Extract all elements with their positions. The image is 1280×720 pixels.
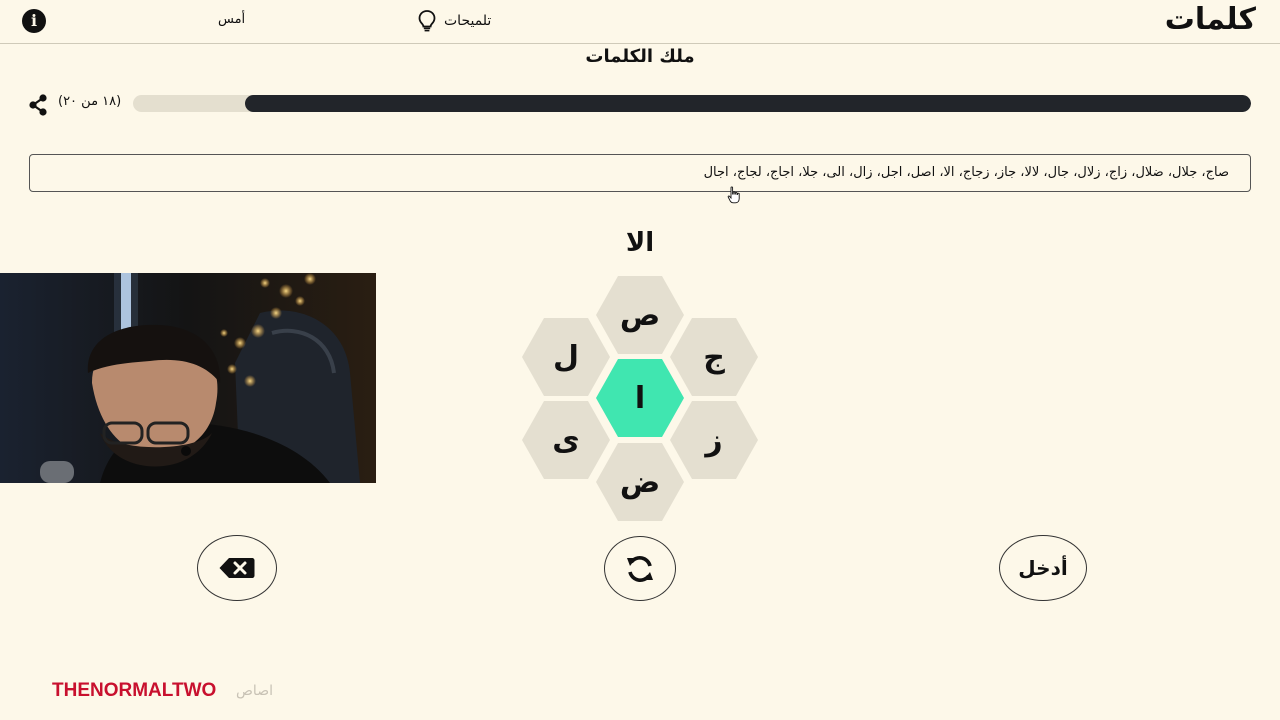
- progress-bar: [133, 95, 1251, 112]
- hex-letter-text: ى: [552, 422, 580, 458]
- hints-button[interactable]: تلميحات: [418, 10, 491, 32]
- hex-letter-text: ز: [705, 422, 723, 458]
- current-word: الا: [625, 228, 655, 258]
- backspace-icon: [219, 558, 255, 578]
- hex-letter-text: ا: [634, 380, 646, 416]
- lightbulb-icon: [418, 10, 436, 32]
- hex-letter-text: ض: [619, 464, 661, 500]
- enter-button[interactable]: أدخل: [999, 535, 1087, 601]
- found-words-list: صاج، جلال، ضلال، زاج، زلال، جال، لالا، ج…: [703, 165, 1229, 180]
- hex-letter-bottom[interactable]: ض: [596, 443, 684, 521]
- stream-watermark: THENORMALTWO: [52, 680, 217, 701]
- hand-cursor-icon: [727, 186, 740, 204]
- shuffle-button[interactable]: [604, 536, 676, 601]
- hex-letter-text: ل: [552, 339, 580, 375]
- share-icon[interactable]: [28, 94, 48, 116]
- found-words-box[interactable]: صاج، جلال، ضلال، زاج، زلال، جال، لالا، ج…: [29, 154, 1251, 192]
- webcam-overlay: [0, 273, 376, 483]
- top-bar: كلمات تلميحات أمس i: [0, 0, 1280, 44]
- rank-title: ملك الكلمات: [585, 46, 695, 67]
- hex-letter-text: ج: [703, 339, 725, 375]
- progress-fill: [244, 95, 1251, 112]
- progress-count: (١٨ من ٢٠): [58, 94, 122, 109]
- refresh-icon: [627, 555, 653, 582]
- app-logo: كلمات: [1164, 2, 1256, 37]
- info-icon[interactable]: i: [22, 9, 46, 33]
- hints-label: تلميحات: [444, 13, 492, 29]
- stream-watermark-arabic: اصاص: [236, 683, 273, 699]
- hex-letter-text: ص: [619, 297, 661, 333]
- delete-button[interactable]: [197, 535, 277, 601]
- yesterday-link[interactable]: أمس: [218, 12, 245, 27]
- enter-label: أدخل: [1018, 556, 1068, 580]
